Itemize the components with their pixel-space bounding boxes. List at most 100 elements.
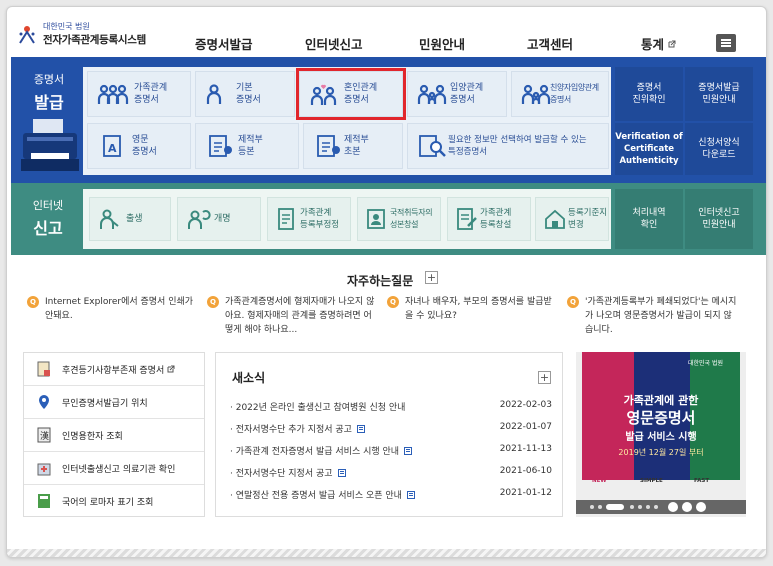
certificate-issue-guide-button[interactable]: 증명서발급 민원안내 [685,67,753,121]
promo-banner[interactable]: 대한민국 법원 가족관계에 관한 영문증명서 발급 서비스 시행 2019년 1… [576,352,746,517]
card-name-change-report[interactable]: 개명 [177,197,261,241]
family-people-icon [97,84,129,104]
link-kiosk-location[interactable]: 무인증명서발급기 위치 [24,386,204,419]
link-romanization-lookup[interactable]: 국어의 로마자 표기 조회 [24,485,204,518]
processing-history-button[interactable]: 처리내역 확인 [615,189,683,249]
slide-dot-active[interactable] [606,504,624,510]
prev-arrow-button[interactable] [682,502,692,512]
card-specific-certificate[interactable]: 필요한 정보만 선택하여 발급할 수 있는 특정증명서 [407,123,609,169]
document-edit-icon [278,208,294,230]
link-name-hanja-lookup[interactable]: 漢 인명용한자 조회 [24,419,204,452]
internet-report-guide-button[interactable]: 인터넷신고 민원안내 [685,189,753,249]
link-label: 후견등기사항부존재 증명서 [62,363,175,376]
site-header: 대한민국 법원 전자가족관계등록시스템 증명서발급 인터넷신고 민원안내 고객센… [7,7,766,57]
register-document-icon [317,135,340,157]
book-icon [38,494,50,508]
id-card-icon [367,209,385,229]
document-stamp-icon [37,361,50,377]
hospital-icon [37,463,51,476]
card-label: 가족관계 등록창설 [480,208,512,230]
logo-org-name: 대한민국 법원 [43,22,90,31]
banner-line3: 발급 서비스 시행 [625,432,697,443]
news-item-title: · 연말정산 전용 증명서 발급 서비스 오픈 안내 [230,488,415,501]
next-arrow-button[interactable] [696,502,706,512]
hamburger-menu-button[interactable] [716,34,736,52]
card-family-relation-certificate[interactable]: 가족관계 증명서 [87,71,191,117]
adoption-family-icon [417,84,447,104]
new-post-icon [356,425,365,433]
link-label: 인터넷출생신고 의료기관 확인 [62,465,176,475]
location-pin-icon [39,395,49,409]
news-item-date: 2021-06-10 [499,466,552,476]
news-item[interactable]: · 2022년 온라인 출생신고 참여병원 신청 안내 2022-02-03 [230,397,552,417]
issue-title-small: 증명서 [33,73,65,86]
application-form-download-button[interactable]: 신청서양식 다운로드 [685,123,753,175]
card-label: 혼인관계 증명서 [344,83,378,105]
card-register-creation[interactable]: 가족관계 등록창설 [447,197,531,241]
person-icon [206,84,222,104]
link-guardianship-absence-certificate[interactable]: 후견등기사항부존재 증명서 [24,353,204,386]
document-pen-icon [457,208,477,230]
slide-dot[interactable] [638,505,642,509]
verification-certificate-authenticity-button[interactable]: Verification of Certificate Authenticity [615,123,683,175]
frame-bottom-stripes [7,549,766,557]
svg-text:漢: 漢 [40,430,49,442]
certificate-authenticity-check-button[interactable]: 증명서 진위확인 [615,67,683,121]
faq-title: 자주하는질문 [347,274,414,288]
card-adoption-relation-certificate[interactable]: 입양관계 증명서 [407,71,507,117]
register-document-icon [209,135,232,157]
slide-dot[interactable] [646,505,650,509]
nav-customer-center[interactable]: 고객센터 [527,34,573,53]
svg-text:A: A [108,142,117,155]
new-post-icon [337,469,346,477]
house-icon [545,209,565,229]
site-logo[interactable]: 대한민국 법원 전자가족관계등록시스템 [17,21,147,51]
news-panel: 새소식 + · 2022년 온라인 출생신고 참여병원 신청 안내 2022-0… [215,352,563,517]
faq-question: Internet Explorer에서 증명서 인쇄가 안돼요. [45,297,194,321]
nav-civil-guide[interactable]: 민원안내 [419,34,465,53]
nav-statistics[interactable]: 통계 [641,34,676,53]
card-label: 가족관계 등록부정정 [300,208,340,230]
question-icon: Q [387,296,399,308]
person-refresh-icon [188,210,211,229]
card-full-adoption-certificate[interactable]: 친양자입양관계 증명서 [511,71,609,117]
banner-controls [576,500,746,514]
pause-button[interactable] [668,502,678,512]
slide-dot[interactable] [590,505,594,509]
news-item[interactable]: · 가족관계 전자증명서 발급 서비스 시행 안내 2021-11-13 [230,441,552,461]
slide-dot[interactable] [598,505,602,509]
browser-frame: 대한민국 법원 전자가족관계등록시스템 증명서발급 인터넷신고 민원안내 고객센… [6,6,767,558]
slide-dot[interactable] [630,505,634,509]
link-birth-report-hospital-check[interactable]: 인터넷출생신고 의료기관 확인 [24,452,204,485]
card-marriage-relation-certificate[interactable]: 혼인관계 증명서 [296,68,406,120]
slide-dot[interactable] [654,505,658,509]
faq-more-button[interactable]: + [425,271,438,284]
card-english-certificate[interactable]: A 영문 증명서 [87,123,191,169]
card-label: 친양자입양관계 증명서 [550,83,599,104]
card-registration-base-change[interactable]: 등록기준지 변경 [535,197,609,241]
couple-heart-icon [310,84,337,105]
nav-certificate-issue[interactable]: 증명서발급 [195,34,253,53]
news-item-date: 2022-01-07 [499,422,552,432]
news-item[interactable]: · 전자서명수단 지정서 공고 2021-06-10 [230,463,552,483]
card-label: 출생 [126,214,143,224]
news-item-title: · 전자서명수단 지정서 공고 [230,466,346,479]
card-birth-report[interactable]: 출생 [89,197,171,241]
report-title-small: 인터넷 [32,199,64,212]
card-label: 기본 증명서 [236,83,261,105]
adoption-family-icon [521,84,551,104]
news-item[interactable]: · 연말정산 전용 증명서 발급 서비스 오픈 안내 2021-01-12 [230,485,552,505]
card-register-correction[interactable]: 가족관계 등록부정정 [267,197,351,241]
news-item-title: · 가족관계 전자증명서 발급 서비스 시행 안내 [230,444,413,457]
card-label: 입양관계 증명서 [450,83,484,105]
card-naturalized-surname-creation[interactable]: 국적취득자의 성본창설 [357,197,441,241]
card-basic-certificate[interactable]: 기본 증명서 [195,71,295,117]
news-item[interactable]: · 전자서명수단 추가 지정서 공고 2022-01-07 [230,419,552,439]
news-more-button[interactable]: + [538,371,551,384]
card-removal-register-copy[interactable]: 제적부 등본 [195,123,299,169]
banner-date: 2019년 12월 27일 부터 [618,448,704,457]
nav-internet-report[interactable]: 인터넷신고 [305,34,363,53]
banner-tag: SIMPLE [640,478,663,484]
card-removal-register-extract[interactable]: 제적부 초본 [303,123,403,169]
nav-statistics-label: 통계 [641,37,665,52]
